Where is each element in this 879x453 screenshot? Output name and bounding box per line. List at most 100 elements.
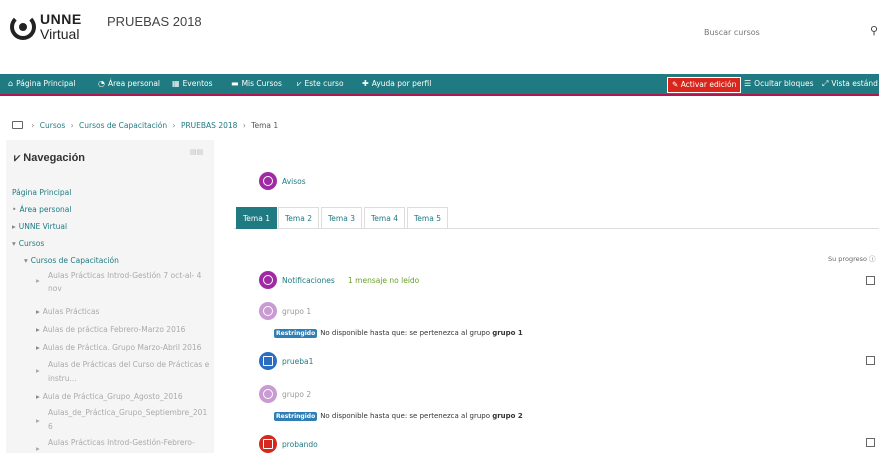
nav-label: Este curso bbox=[304, 79, 344, 88]
tree-item-course-1-cont[interactable]: nov bbox=[48, 284, 62, 293]
page-header: UNNE Virtual PRUEBAS 2018 ⚲ bbox=[0, 0, 879, 72]
help-icon: ✚ bbox=[362, 79, 369, 88]
standard-view-button[interactable]: ⤢ Vista estánd bbox=[822, 79, 878, 89]
site-logo[interactable]: UNNE Virtual bbox=[10, 10, 90, 46]
folder-icon[interactable] bbox=[12, 121, 23, 129]
nav-label: Área personal bbox=[107, 79, 161, 88]
restricted-badge: Restringido bbox=[274, 329, 318, 338]
tree-label: Aulas Prácticas bbox=[42, 307, 100, 316]
tab-tema-4[interactable]: Tema 4 bbox=[364, 207, 405, 229]
navigation-block: ⩗ Navegación ▤▤ Página Principal • Área p… bbox=[6, 140, 214, 453]
file-icon[interactable] bbox=[259, 352, 277, 370]
tree-item-course-5[interactable]: Aulas de Prácticas del Curso de Práctica… bbox=[48, 360, 209, 369]
bullet-icon: • bbox=[12, 205, 17, 214]
pdf-icon[interactable] bbox=[259, 435, 277, 453]
sitemap-icon: ⩗ bbox=[297, 79, 302, 88]
course-title[interactable]: PRUEBAS 2018 bbox=[107, 14, 202, 29]
activity-link-prueba1[interactable]: prueba1 bbox=[282, 357, 313, 366]
hide-blocks-label: Ocultar bloques bbox=[754, 79, 814, 88]
tree-label: Área personal bbox=[19, 205, 72, 214]
tree-item-course-8[interactable]: Aulas Prácticas Introd-Gestión-Febrero- bbox=[48, 438, 195, 447]
standard-view-label: Vista estánd bbox=[831, 79, 878, 88]
navigation-title: ⩗ Navegación bbox=[14, 152, 85, 165]
calendar-icon: ▦ bbox=[172, 79, 180, 88]
forum-icon bbox=[259, 302, 277, 320]
tree-item-course-3[interactable]: ▸ Aulas de práctica Febrero-Marzo 2016 bbox=[36, 325, 185, 334]
dashboard-icon: ◔ bbox=[98, 79, 105, 88]
tab-tema-3[interactable]: Tema 3 bbox=[321, 207, 362, 229]
restriction-text: No disponible hasta que: se pertenezca a… bbox=[320, 412, 490, 420]
tree-item-course-7-cont[interactable]: 6 bbox=[48, 422, 53, 431]
tree-item-home[interactable]: Página Principal bbox=[12, 188, 71, 197]
logo-text-line2: Virtual bbox=[40, 26, 80, 42]
activity-link-probando[interactable]: probando bbox=[282, 440, 318, 449]
tree-item-course-2[interactable]: ▸ Aulas Prácticas bbox=[36, 307, 99, 316]
breadcrumb: › Cursos › Cursos de Capacitación › PRUE… bbox=[12, 121, 278, 130]
announcements-link[interactable]: Avisos bbox=[282, 177, 306, 186]
courses-icon: ▬ bbox=[231, 79, 239, 88]
hide-blocks-button[interactable]: ☰ Ocultar bloques bbox=[744, 79, 814, 88]
tree-caret: ▸ bbox=[36, 276, 40, 285]
expand-icon: ⤢ bbox=[822, 79, 829, 88]
nav-label: Mis Cursos bbox=[241, 79, 282, 88]
logo-dot-icon bbox=[19, 23, 27, 31]
block-actions-icon[interactable]: ▤▤ bbox=[190, 148, 203, 156]
restriction-notice: Restringido No disponible hasta que: se p… bbox=[274, 329, 523, 338]
forum-icon[interactable] bbox=[259, 271, 277, 289]
tree-label: Cursos bbox=[18, 239, 45, 248]
breadcrumb-item-cursos[interactable]: Cursos bbox=[40, 121, 65, 130]
restriction-text: No disponible hasta que: se pertenezca a… bbox=[320, 329, 490, 337]
search-input[interactable] bbox=[704, 22, 864, 42]
caret-right-icon: ▸ bbox=[12, 222, 16, 231]
search-icon[interactable]: ⚲ bbox=[870, 24, 878, 37]
tree-label: Cursos de Capacitación bbox=[30, 256, 119, 265]
home-icon: ⌂ bbox=[8, 79, 14, 88]
restriction-group: grupo 1 bbox=[492, 329, 523, 337]
activity-label-grupo-2: grupo 2 bbox=[282, 390, 312, 399]
tree-item-course-5-cont[interactable]: instru... bbox=[48, 374, 77, 383]
tree-item-dashboard[interactable]: • Área personal bbox=[12, 205, 71, 214]
tab-tema-2[interactable]: Tema 2 bbox=[278, 207, 319, 229]
activity-label-grupo-1: grupo 1 bbox=[282, 307, 312, 316]
tree-label: Aulas de Práctica. Grupo Marzo-Abril 201… bbox=[42, 343, 202, 352]
tree-item-course-7[interactable]: Aulas_de_Práctica_Grupo_Septiembre_201 bbox=[48, 408, 207, 417]
progress-text: Su progreso bbox=[828, 255, 867, 263]
nav-item-help[interactable]: ✚ Ayuda por perfil bbox=[362, 79, 431, 88]
tree-item-course-6[interactable]: ▸ Aula de Práctica_Grupo_Agosto_2016 bbox=[36, 392, 183, 401]
sitemap-icon: ⩗ bbox=[14, 152, 21, 164]
tab-tema-1[interactable]: Tema 1 bbox=[236, 207, 277, 229]
completion-checkbox[interactable] bbox=[866, 438, 875, 447]
help-circle-icon[interactable]: ⓘ bbox=[869, 255, 876, 263]
activity-link-notificaciones[interactable]: Notificaciones bbox=[282, 276, 335, 285]
tab-tema-5[interactable]: Tema 5 bbox=[407, 207, 448, 229]
course-content: Avisos Tema 1 Tema 2 Tema 3 Tema 4 Tema … bbox=[234, 145, 879, 453]
completion-checkbox[interactable] bbox=[866, 276, 875, 285]
forum-icon[interactable] bbox=[259, 172, 277, 190]
nav-label: Página Principal bbox=[16, 79, 76, 88]
tree-item-unne-virtual[interactable]: ▸ UNNE Virtual bbox=[12, 222, 67, 231]
tree-item-course-4[interactable]: ▸ Aulas de Práctica. Grupo Marzo-Abril 20… bbox=[36, 343, 201, 352]
tree-caret: ▸ bbox=[36, 416, 40, 425]
nav-item-dashboard[interactable]: ◔ Área personal bbox=[98, 79, 160, 88]
tree-item-course-1[interactable]: Aulas Prácticas Introd-Gestión 7 oct-al-… bbox=[48, 271, 201, 280]
nav-item-events[interactable]: ▦ Eventos bbox=[172, 79, 213, 88]
caret-down-icon: ▾ bbox=[24, 256, 28, 265]
tree-item-courses[interactable]: ▾ Cursos bbox=[12, 239, 44, 248]
restriction-group: grupo 2 bbox=[492, 412, 523, 420]
tree-item-capacitacion[interactable]: ▾ Cursos de Capacitación bbox=[24, 256, 119, 265]
breadcrumb-item-capacitacion[interactable]: Cursos de Capacitación bbox=[79, 121, 167, 130]
edit-button-label: Activar edición bbox=[680, 80, 737, 89]
edit-icon: ✎ bbox=[672, 80, 679, 89]
main-navbar: ⌂ Página Principal ◔ Área personal ▦ Evento… bbox=[0, 74, 879, 96]
activate-editing-button[interactable]: ✎ Activar edición bbox=[667, 77, 742, 93]
completion-checkbox[interactable] bbox=[866, 356, 875, 365]
nav-item-home[interactable]: ⌂ Página Principal bbox=[8, 79, 75, 88]
navigation-title-text: Navegación bbox=[23, 152, 86, 164]
caret-down-icon: ▾ bbox=[12, 239, 16, 248]
breadcrumb-item-course[interactable]: PRUEBAS 2018 bbox=[181, 121, 237, 130]
nav-item-my-courses[interactable]: ▬ Mis Cursos bbox=[231, 79, 282, 88]
moodle-page: UNNE Virtual PRUEBAS 2018 ⚲ ⌂Página Prin… bbox=[0, 0, 879, 453]
nav-label: Eventos bbox=[182, 79, 213, 88]
unread-badge[interactable]: 1 mensaje no leído bbox=[348, 276, 419, 285]
nav-item-this-course[interactable]: ⩗ Este curso bbox=[297, 79, 344, 89]
